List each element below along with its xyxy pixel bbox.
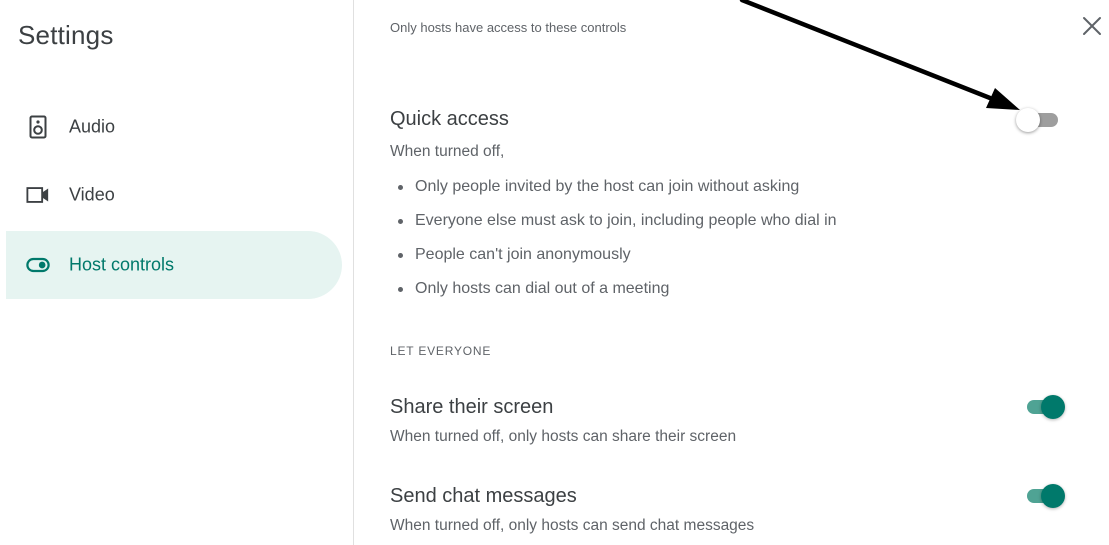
list-item: Everyone else must ask to join, includin… (390, 204, 837, 238)
toggle-thumb (1016, 108, 1040, 132)
toggle-thumb (1041, 484, 1065, 508)
sidebar-item-video[interactable]: Video (6, 161, 342, 229)
video-camera-icon (26, 183, 50, 207)
share-screen-description: When turned off, only hosts can share th… (390, 428, 737, 445)
chat-title: Send chat messages (390, 485, 577, 507)
quick-access-toggle[interactable] (1010, 104, 1066, 136)
close-button[interactable] (1078, 14, 1106, 42)
sidebar-item-host-controls[interactable]: Host controls (6, 231, 342, 299)
quick-access-bullets: Only people invited by the host can join… (390, 170, 837, 306)
sidebar-item-audio[interactable]: Audio (6, 93, 342, 161)
settings-dialog: Settings Audio Video Host controls Only … (0, 0, 1109, 545)
chat-description: When turned off, only hosts can send cha… (390, 517, 755, 534)
sidebar: Settings Audio Video Host controls (0, 0, 354, 545)
quick-access-description: When turned off, (390, 143, 505, 160)
toggle-thumb (1041, 395, 1065, 419)
sidebar-item-label: Host controls (69, 254, 175, 275)
share-screen-title: Share their screen (390, 396, 554, 418)
quick-access-title: Quick access (390, 108, 509, 130)
close-icon (1082, 16, 1102, 41)
speaker-icon (26, 115, 50, 139)
toggle-icon (26, 253, 50, 277)
host-controls-panel: Only hosts have access to these controls… (355, 0, 1109, 545)
chat-toggle[interactable] (1013, 480, 1069, 512)
settings-title: Settings (18, 20, 114, 50)
sidebar-item-label: Audio (69, 116, 116, 137)
list-item: Only people invited by the host can join… (390, 170, 837, 204)
list-item: Only hosts can dial out of a meeting (390, 272, 837, 306)
sidebar-item-label: Video (69, 184, 115, 205)
share-screen-toggle[interactable] (1013, 391, 1069, 423)
host-access-hint: Only hosts have access to these controls (390, 20, 627, 35)
list-item: People can't join anonymously (390, 238, 837, 272)
section-label-let-everyone: LET EVERYONE (390, 344, 492, 358)
